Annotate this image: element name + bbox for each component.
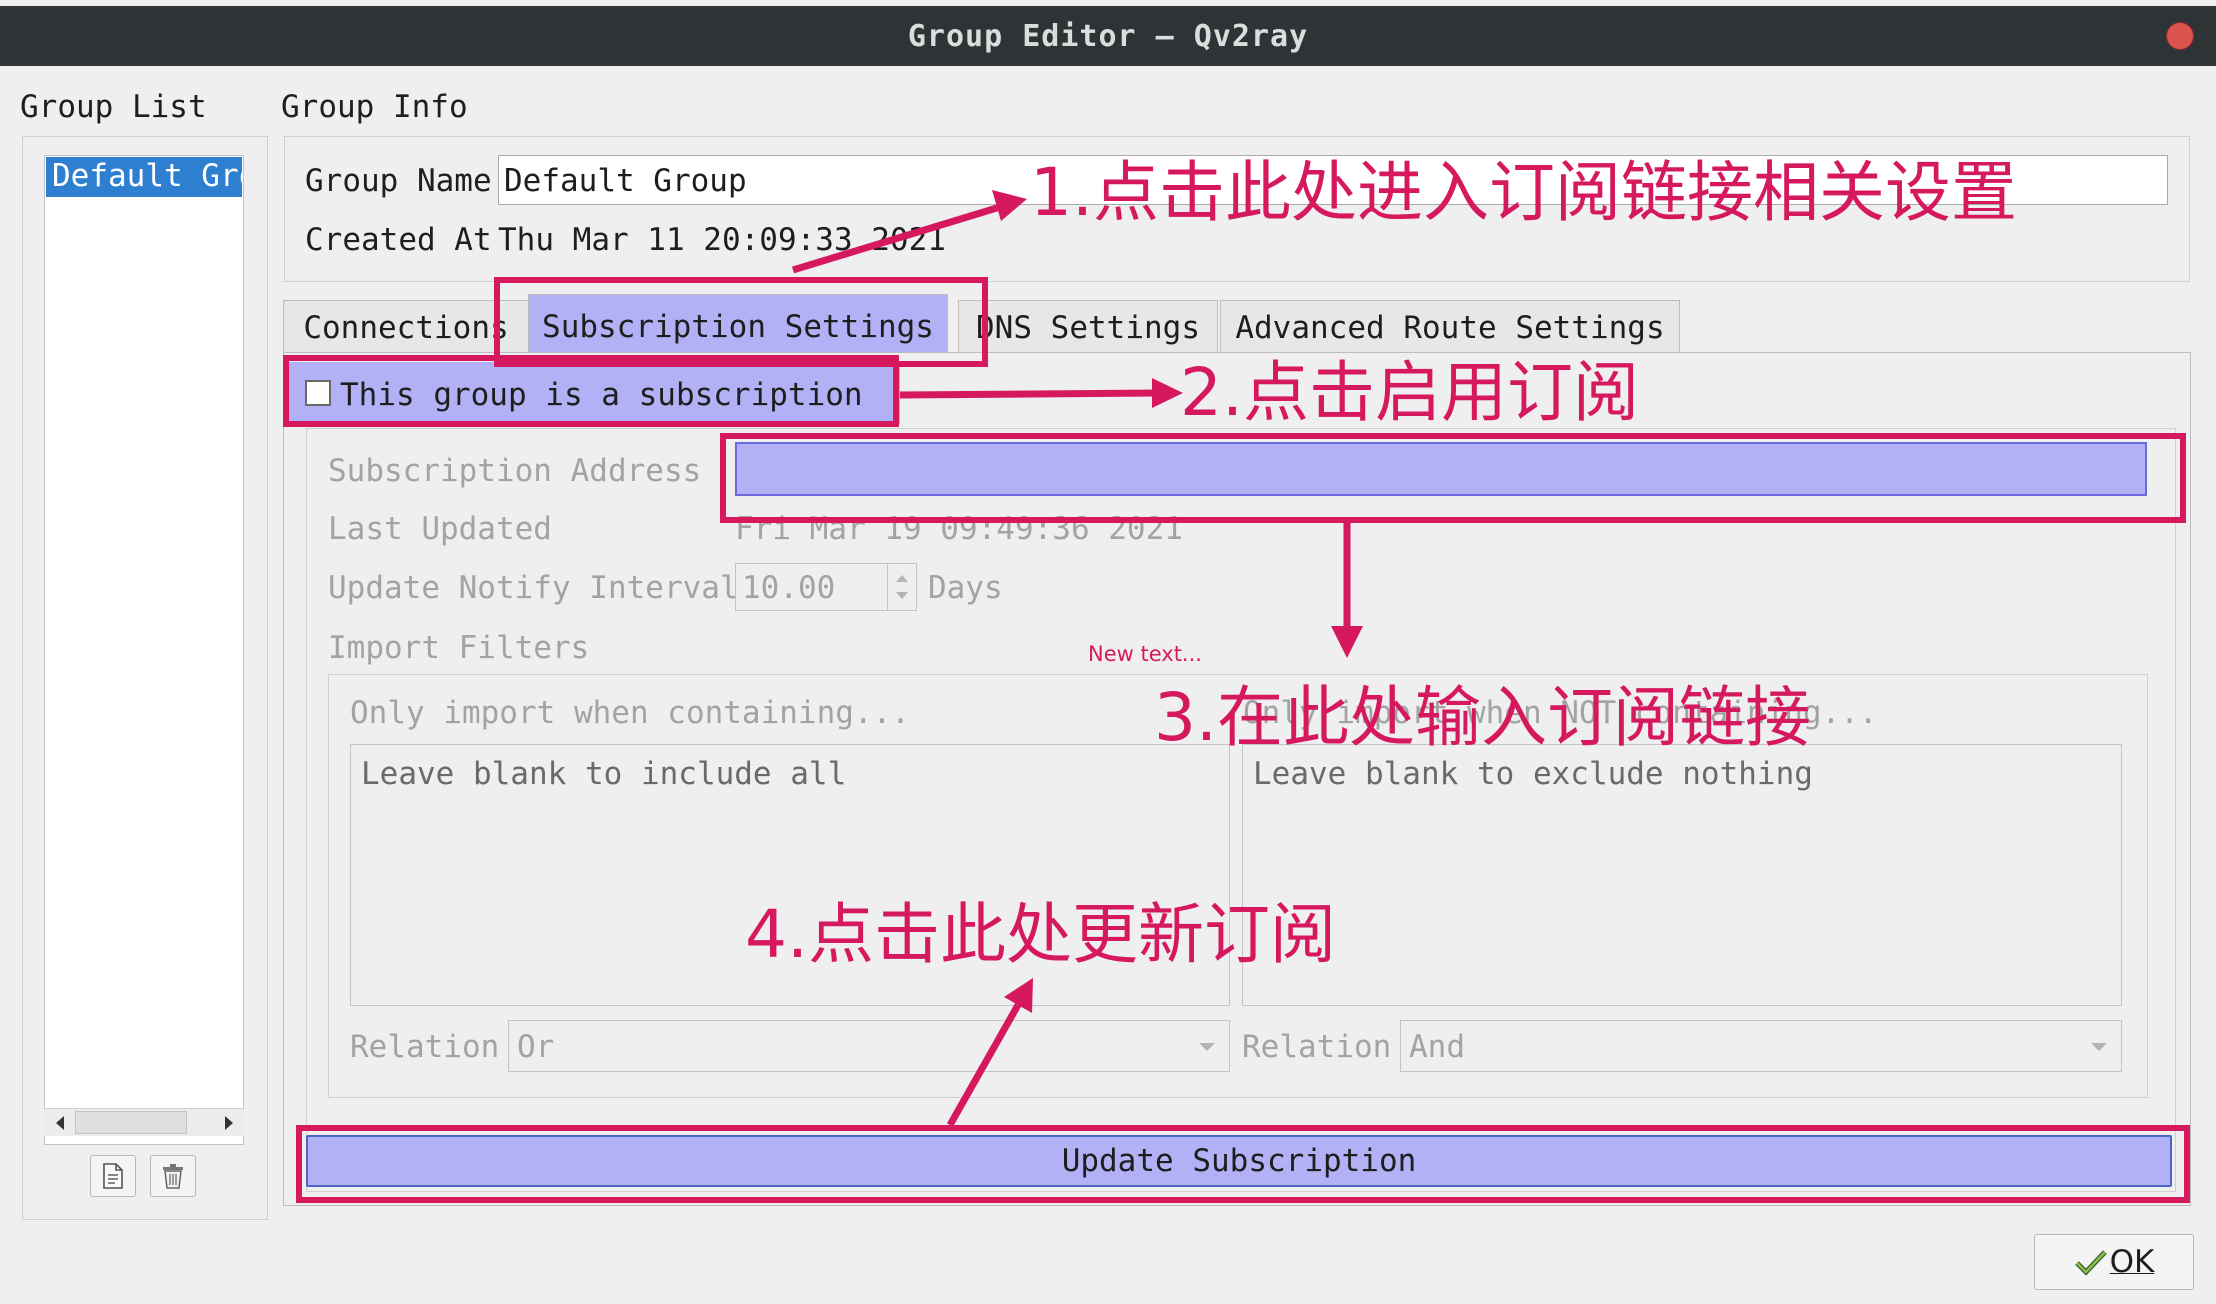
annotation-step4: 4.点击此处更新订阅 bbox=[745, 896, 1336, 973]
annotation-arrow-3 bbox=[1331, 522, 1363, 658]
annotation-step3: 3.在此处输入订阅链接 bbox=[1154, 679, 1811, 756]
annotation-step2: 2.点击启用订阅 bbox=[1180, 354, 1639, 431]
annotation-arrow-4 bbox=[946, 978, 1033, 1127]
annotation-arrow-2 bbox=[899, 378, 1183, 408]
annotation-arrow-1 bbox=[791, 190, 1027, 274]
annotation-step1: 1.点击此处进入订阅链接相关设置 bbox=[1030, 154, 2017, 231]
